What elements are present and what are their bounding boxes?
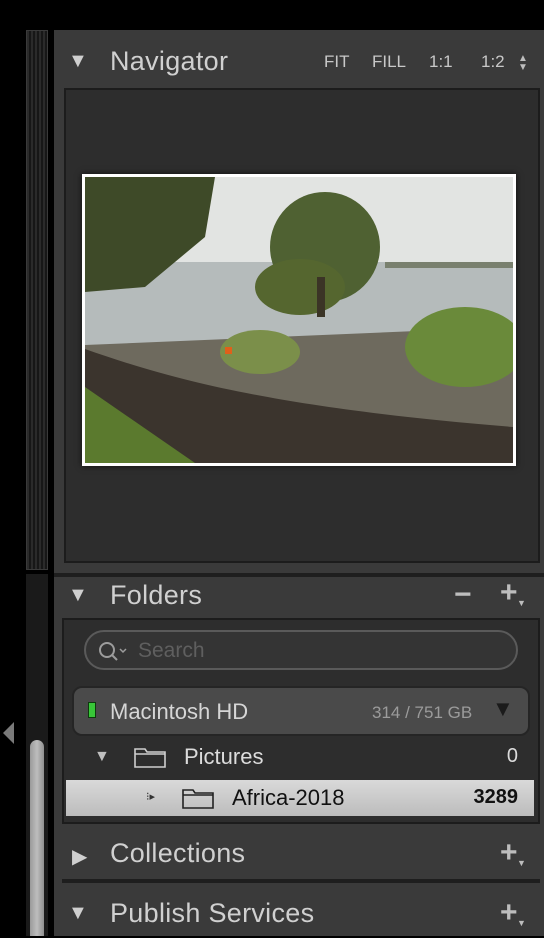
expand-triangle-down-icon[interactable]: ▼: [68, 902, 88, 925]
expand-triangle-right-icon[interactable]: ▶: [72, 844, 87, 869]
folders-title: Folders: [110, 580, 203, 610]
zoom-fill[interactable]: FILL: [372, 52, 406, 72]
plus-icon[interactable]: + ▼: [500, 576, 526, 610]
volume-name: Macintosh HD: [110, 699, 249, 724]
zoom-1-1[interactable]: 1:1: [429, 52, 453, 72]
collections-title: Collections: [110, 838, 246, 868]
expand-triangle-down-icon[interactable]: ▼: [68, 584, 88, 607]
navigator-header[interactable]: ▼ Navigator FIT FILL 1:1 1:2 ▲ ▼: [54, 40, 544, 88]
folder-name: Pictures: [184, 744, 264, 769]
volume-row-macintosh-hd[interactable]: Macintosh HD 314 / 751 GB ▼: [72, 686, 530, 736]
collections-header[interactable]: ▶ Collections + ▼: [54, 830, 544, 878]
expand-triangle-down-icon[interactable]: ▼: [68, 50, 88, 73]
scroll-thumb[interactable]: [30, 740, 44, 936]
volume-usage: 314 / 751 GB: [372, 703, 473, 722]
search-icon: [99, 642, 127, 661]
left-panel: ▼ Navigator FIT FILL 1:1 1:2 ▲ ▼ ▼ Folder…: [54, 30, 544, 936]
panel-drag-strip[interactable]: [26, 30, 48, 570]
navigator-photo-preview[interactable]: [82, 174, 516, 466]
drag-handle-icon[interactable]: ⁝▸: [146, 790, 155, 803]
collapse-left-arrow-icon[interactable]: [3, 722, 14, 744]
search-input[interactable]: [136, 638, 500, 664]
plus-icon[interactable]: + ▼: [500, 836, 526, 870]
minus-icon[interactable]: −: [454, 578, 472, 612]
folder-row-africa-2018[interactable]: ⁝▸ Africa-2018 3289: [66, 780, 534, 816]
publish-services-header[interactable]: ▼ Publish Services + ▼: [54, 890, 544, 938]
navigator-title: Navigator: [110, 46, 229, 76]
zoom-1-2[interactable]: 1:2: [481, 52, 505, 72]
expand-triangle-down-icon[interactable]: ▼: [94, 748, 110, 766]
folder-count: 3289: [473, 786, 519, 808]
landscape-photo-icon: [85, 177, 513, 463]
folder-icon: [134, 748, 166, 768]
folder-count: 0: [506, 745, 518, 767]
plus-icon[interactable]: + ▼: [500, 896, 526, 930]
volume-status-light: [88, 702, 96, 718]
folders-header[interactable]: ▼ Folders − + ▼: [54, 572, 544, 620]
folder-icon: [182, 789, 214, 809]
volume-dropdown-icon[interactable]: ▼: [492, 696, 514, 722]
panel-divider: [62, 879, 540, 883]
publish-services-title: Publish Services: [110, 898, 315, 928]
zoom-fit[interactable]: FIT: [324, 52, 350, 72]
folder-row-pictures[interactable]: ▼ Pictures 0: [64, 739, 534, 775]
folder-name: Africa-2018: [232, 785, 345, 810]
zoom-up-down-icon[interactable]: ▲ ▼: [518, 54, 528, 73]
folder-search-field[interactable]: [84, 630, 518, 670]
